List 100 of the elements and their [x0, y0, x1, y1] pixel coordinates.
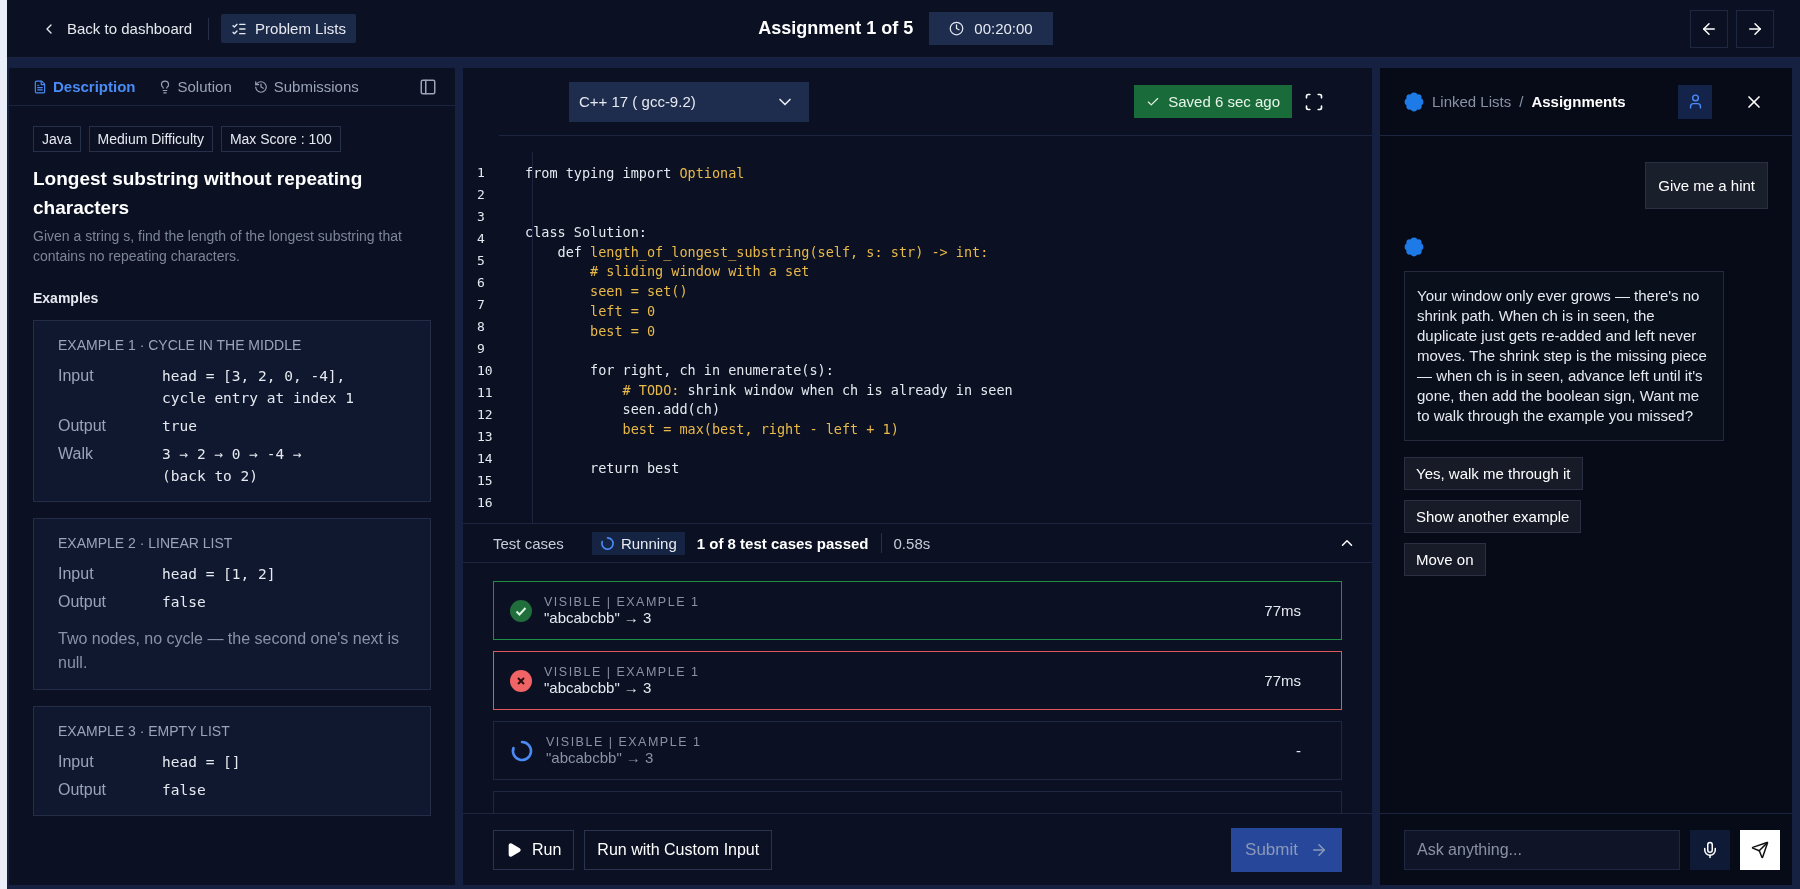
profile-button[interactable] [1678, 84, 1712, 119]
code-token: best = 0 [589, 322, 656, 339]
check-circle-icon [510, 599, 532, 622]
play-icon [506, 841, 522, 858]
code-token: length_of_longest_substring(self, s: str) -> int: [590, 243, 989, 260]
line-number: 14 [477, 450, 493, 468]
code-token: class Solution: [525, 224, 647, 241]
previous-button[interactable] [1690, 9, 1728, 48]
code-token: seen.add(ch) [621, 401, 721, 418]
test-case-value: "abcabcbb" → 3 [546, 749, 655, 766]
suggestion-chip[interactable]: Move on [1404, 543, 1486, 576]
example-value: false [162, 593, 206, 612]
example-label: Input [58, 752, 95, 772]
line-number: 15 [477, 472, 493, 490]
error-circle-icon [510, 669, 532, 692]
line-number: 8 [477, 318, 485, 336]
custom-input-button[interactable]: Run with Custom Input [584, 829, 773, 870]
test-case-card[interactable]: VISIBLE | EXAMPLE 1 "abcabcbb" → 3 77ms [493, 651, 1342, 710]
microphone-button[interactable] [1690, 829, 1730, 870]
example-label: Input [58, 366, 95, 386]
panel-tab[interactable]: Submissions [253, 74, 359, 99]
suggestion-chip[interactable]: Yes, walk me through it [1404, 457, 1583, 490]
test-case-value: "abcabcbb" → 3 [544, 679, 653, 696]
panel-tab[interactable]: Solution [157, 74, 232, 99]
code-token: best = max(best, right - left + 1) [621, 420, 899, 437]
code-token: shrink window when ch is already in seen [686, 381, 1013, 398]
code-token: return best [589, 460, 680, 477]
code-token: left = 0 [589, 302, 656, 319]
problem-title: Longest substring without repeating characters [33, 167, 364, 220]
breadcrumb-current: Assignments [1531, 93, 1626, 110]
example-label: Output [58, 416, 108, 436]
example-label: Output [58, 592, 108, 612]
example-title: EXAMPLE 2 · LINEAR LIST [58, 535, 234, 551]
line-number: 6 [477, 274, 485, 292]
example-title: EXAMPLE 1 · CYCLE IN THE MIDDLE [58, 337, 303, 353]
history-icon [253, 79, 268, 94]
example-value: false [162, 781, 206, 800]
line-number: 1 [477, 164, 485, 182]
example-label: Input [58, 564, 95, 584]
example-label: Output [58, 780, 108, 800]
panel-tab[interactable]: Description [33, 74, 136, 99]
line-number: 13 [477, 428, 493, 446]
example-value: 3 → 2 → 0 → -4 → (back to 2) [162, 445, 302, 486]
suggestion-chip[interactable]: Show another example [1404, 500, 1582, 533]
line-number: 16 [477, 494, 493, 512]
timer: 00:20:00 [929, 12, 1053, 45]
line-number: 2 [477, 186, 485, 204]
test-case-time: 77ms [1264, 672, 1301, 689]
code-token: Optional [679, 165, 745, 181]
next-button[interactable] [1736, 9, 1774, 48]
example-label: Walk [58, 444, 94, 464]
line-number: 9 [477, 340, 485, 358]
test-case-card[interactable]: VISIBLE | EXAMPLE 1 "abcabcbb" → 3 77ms [493, 581, 1342, 640]
run-button[interactable]: Run [493, 829, 575, 870]
code-token: for right, ch in enumerate(s): [589, 361, 834, 378]
line-number: 5 [477, 252, 485, 270]
test-summary: 1 of 8 test cases passed [696, 534, 869, 552]
code-token: from typing import [525, 165, 673, 181]
assignment-title: Assignment 1 of 5 [758, 18, 914, 39]
flower-logo-icon [1404, 237, 1424, 257]
code-token: # TODO: [621, 381, 680, 398]
breadcrumb-link[interactable]: Linked Lists [1432, 93, 1512, 110]
test-case-label: VISIBLE | EXAMPLE 1 [544, 665, 701, 679]
example-title: EXAMPLE 3 · EMPTY LIST [58, 723, 231, 739]
send-icon [1751, 840, 1769, 859]
fullscreen-icon[interactable] [1304, 91, 1324, 112]
example-value: head = [3, 2, 0, -4], cycle entry at index 1 [162, 367, 355, 408]
problem-lists-button[interactable]: Problem Lists [221, 14, 356, 43]
examples-heading: Examples [33, 290, 100, 306]
example-value: true [162, 417, 197, 436]
test-case-time: - [1296, 742, 1301, 759]
spinner-icon [599, 535, 615, 551]
back-link[interactable]: Back to dashboard [37, 14, 197, 43]
test-case-label: VISIBLE | EXAMPLE 1 [544, 595, 701, 609]
test-case-card[interactable]: VISIBLE | EXAMPLE 1 "abcabcbb" → 3 - [493, 721, 1342, 780]
code-token: seen = set() [589, 283, 688, 300]
test-case-label: VISIBLE | EXAMPLE 1 [546, 735, 703, 749]
saved-badge: Saved 6 sec ago [1134, 85, 1292, 118]
line-number: 10 [477, 362, 493, 380]
tag: Medium Difficulty [88, 126, 213, 152]
line-number: 3 [477, 208, 485, 226]
test-case-value: "abcabcbb" → 3 [544, 609, 653, 626]
flower-logo-icon [1404, 91, 1424, 112]
document-icon [33, 79, 47, 94]
test-cases-heading: Test cases [493, 534, 564, 552]
tag: Java [33, 126, 81, 152]
example-value: head = [] [162, 753, 241, 772]
code-token: # sliding window with a set [589, 263, 810, 280]
test-case-time: 77ms [1264, 602, 1301, 619]
breadcrumb-separator: / [1519, 93, 1524, 110]
spinner-icon [510, 738, 534, 763]
language-select[interactable]: C++ 17 ( gcc-9.2) [569, 81, 809, 122]
clock-icon [949, 21, 965, 36]
chat-input[interactable]: Ask anything... [1404, 829, 1680, 870]
test-duration: 0.58s [893, 534, 931, 552]
microphone-icon [1701, 840, 1719, 859]
line-number: 12 [477, 406, 493, 424]
user-message: Give me a hint [1645, 162, 1768, 209]
send-button[interactable] [1740, 829, 1780, 870]
problem-description: Given a string s, find the length of the longest substring that contains no repeating characters. [33, 227, 403, 266]
